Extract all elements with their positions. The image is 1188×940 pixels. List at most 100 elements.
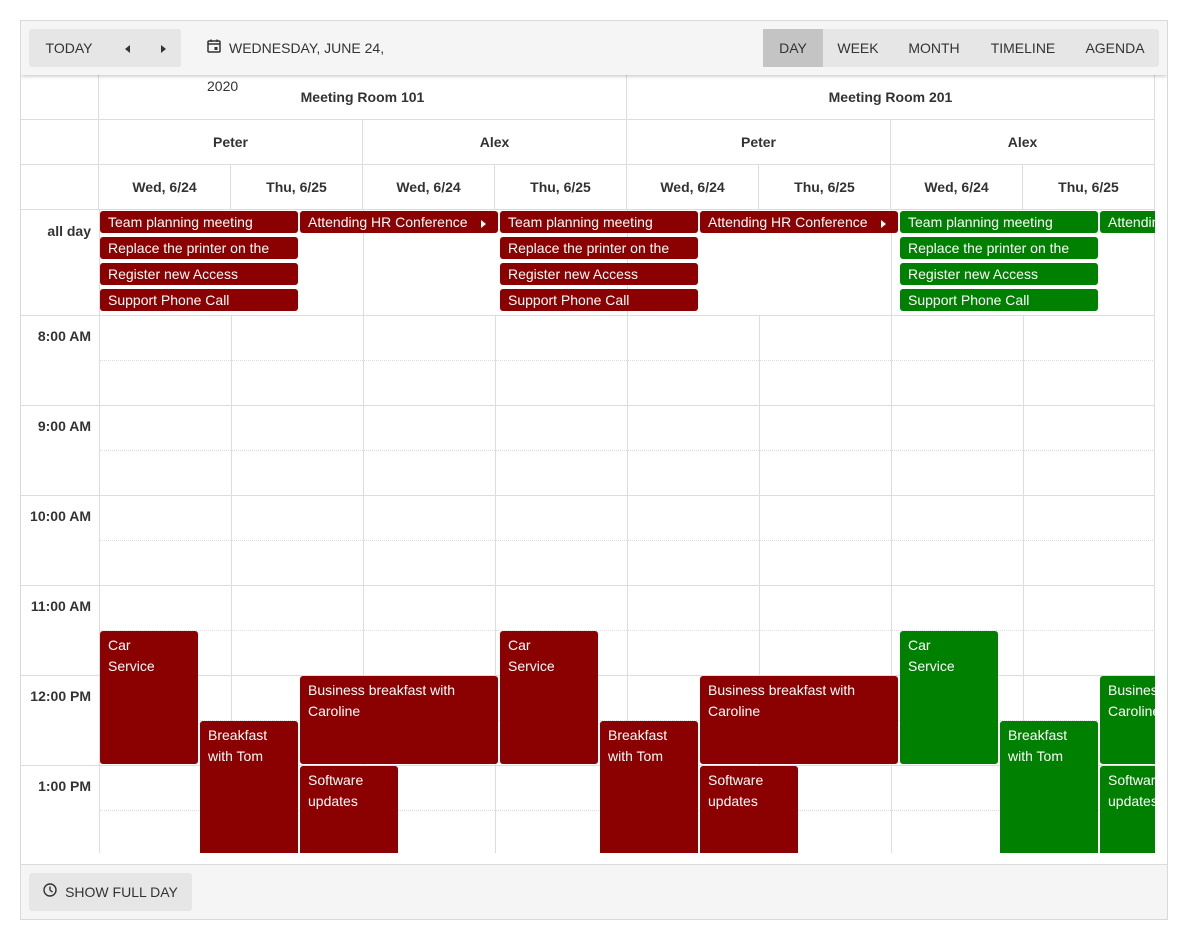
appointment-line: Caroline <box>1108 703 1155 719</box>
column-divider <box>495 315 496 853</box>
appointment-line: updates <box>708 793 758 809</box>
today-button[interactable]: TODAY <box>29 29 109 67</box>
date-header: Thu, 6/25 <box>495 165 627 210</box>
time-label: 11:00 AM <box>30 598 91 614</box>
appointment[interactable]: Breakfast with Tom <box>600 721 698 853</box>
appointment[interactable]: Car Service <box>100 631 198 764</box>
appointment-line: Car <box>908 637 931 653</box>
time-label: 10:00 AM <box>30 508 91 524</box>
all-day-appointment[interactable]: Team planning meeting <box>100 211 298 233</box>
row-divider <box>21 765 1155 766</box>
appointment-line: Car <box>508 637 531 653</box>
appointment-line: Business breakfast with <box>1108 682 1155 698</box>
header-corner <box>21 165 99 210</box>
chevron-right-icon <box>160 45 166 53</box>
appointment[interactable]: Breakfast with Tom <box>200 721 298 853</box>
header-corner <box>21 120 99 165</box>
next-button[interactable] <box>145 29 181 67</box>
all-day-appointment[interactable]: Register new Access <box>100 263 298 285</box>
all-day-appointment[interactable]: Replace the printer on the <box>500 237 698 259</box>
time-label: 12:00 PM <box>30 688 91 704</box>
appointment-line: with Tom <box>1008 748 1063 764</box>
appointment-line: Software <box>1108 772 1155 788</box>
all-day-appointment[interactable]: Team planning meeting <box>900 211 1098 233</box>
appointment[interactable]: Breakfast with Tom <box>1000 721 1098 853</box>
appointment-line: Breakfast <box>208 727 268 743</box>
appointment-line: Software <box>708 772 764 788</box>
view-switcher: DAY WEEK MONTH TIMELINE AGENDA <box>763 29 1159 67</box>
appointment-line: Breakfast <box>608 727 668 743</box>
date-navigator-button[interactable]: WEDNESDAY, JUNE 24, 2020 <box>197 29 417 94</box>
all-day-appointment[interactable]: Attending HR Conference <box>700 211 898 233</box>
view-week-button[interactable]: WEEK <box>823 29 893 67</box>
toolbar: TODAY WEDNESDAY, JUNE 24, 2020 DAY WEEK … <box>21 21 1167 94</box>
view-timeline-button[interactable]: TIMELINE <box>975 29 1071 67</box>
time-label: 8:00 AM <box>37 328 91 344</box>
appointment-line: Caroline <box>308 703 361 719</box>
caret-right-icon <box>881 220 886 228</box>
person-header: Peter <box>627 120 891 165</box>
appointment[interactable]: Car Service <box>900 631 998 764</box>
appointment-line: Car <box>108 637 131 653</box>
date-header: Wed, 6/24 <box>99 165 231 210</box>
chevron-left-icon <box>124 45 130 53</box>
appointment-line: Caroline <box>708 703 761 719</box>
clock-icon <box>43 873 57 911</box>
view-day-button[interactable]: DAY <box>763 29 823 67</box>
row-divider <box>21 315 1155 316</box>
row-divider <box>21 585 1155 586</box>
footer: SHOW FULL DAY <box>21 864 1167 919</box>
all-day-appointment[interactable]: Support Phone Call <box>900 289 1098 311</box>
appointment[interactable]: Software updates <box>700 766 798 853</box>
room-header: Meeting Room 101 <box>99 75 627 120</box>
all-day-appointment[interactable]: Attending HR Conference <box>1100 211 1155 233</box>
view-agenda-button[interactable]: AGENDA <box>1071 29 1159 67</box>
schedule-grid: Meeting Room 101 Meeting Room 201 Peter … <box>21 75 1155 853</box>
appointment-line: with Tom <box>608 748 663 764</box>
date-header: Thu, 6/25 <box>759 165 891 210</box>
appointment-line: Service <box>508 658 555 674</box>
appointment-line: with Tom <box>208 748 263 764</box>
appointment-line: Service <box>108 658 155 674</box>
show-full-day-button[interactable]: SHOW FULL DAY <box>29 873 192 911</box>
all-day-appointment[interactable]: Support Phone Call <box>100 289 298 311</box>
appointment[interactable]: Business breakfast with Caroline <box>300 676 498 764</box>
date-header: Wed, 6/24 <box>627 165 759 210</box>
all-day-appointment[interactable]: Replace the printer on the <box>100 237 298 259</box>
date-header: Thu, 6/25 <box>1023 165 1155 210</box>
person-header: Peter <box>99 120 363 165</box>
date-header: Wed, 6/24 <box>363 165 495 210</box>
appointment-title: Attending HR Conference <box>708 214 868 230</box>
appointment-title: Attending HR Conference <box>308 214 468 230</box>
date-header: Thu, 6/25 <box>231 165 363 210</box>
appointment-line: updates <box>1108 793 1155 809</box>
appointment-line: updates <box>308 793 358 809</box>
date-header: Wed, 6/24 <box>891 165 1023 210</box>
room-header: Meeting Room 201 <box>627 75 1155 120</box>
scheduler: TODAY WEDNESDAY, JUNE 24, 2020 DAY WEEK … <box>20 20 1168 920</box>
appointment[interactable]: Car Service <box>500 631 598 764</box>
header-corner <box>21 75 99 120</box>
all-day-appointment[interactable]: Team planning meeting <box>500 211 698 233</box>
previous-button[interactable] <box>109 29 145 67</box>
appointment-line: Service <box>908 658 955 674</box>
appointment[interactable]: Business breakfast with Caroline <box>1100 676 1155 764</box>
person-header: Alex <box>363 120 627 165</box>
appointment-line: Software <box>308 772 364 788</box>
all-day-appointment[interactable]: Replace the printer on the <box>900 237 1098 259</box>
all-day-appointment[interactable]: Attending HR Conference <box>300 211 498 233</box>
time-label: 9:00 AM <box>37 418 91 434</box>
all-day-appointment[interactable]: Register new Access <box>900 263 1098 285</box>
show-full-day-label: SHOW FULL DAY <box>65 884 178 900</box>
person-header: Alex <box>891 120 1155 165</box>
row-divider <box>21 405 1155 406</box>
all-day-appointment[interactable]: Support Phone Call <box>500 289 698 311</box>
appointment[interactable]: Software updates <box>1100 766 1155 853</box>
calendar-icon <box>207 29 221 67</box>
all-day-appointment[interactable]: Register new Access <box>500 263 698 285</box>
time-label: 1:00 PM <box>38 778 91 794</box>
appointment-line: Business breakfast with <box>708 682 856 698</box>
appointment[interactable]: Business breakfast with Caroline <box>700 676 898 764</box>
appointment[interactable]: Software updates <box>300 766 398 853</box>
view-month-button[interactable]: MONTH <box>893 29 975 67</box>
